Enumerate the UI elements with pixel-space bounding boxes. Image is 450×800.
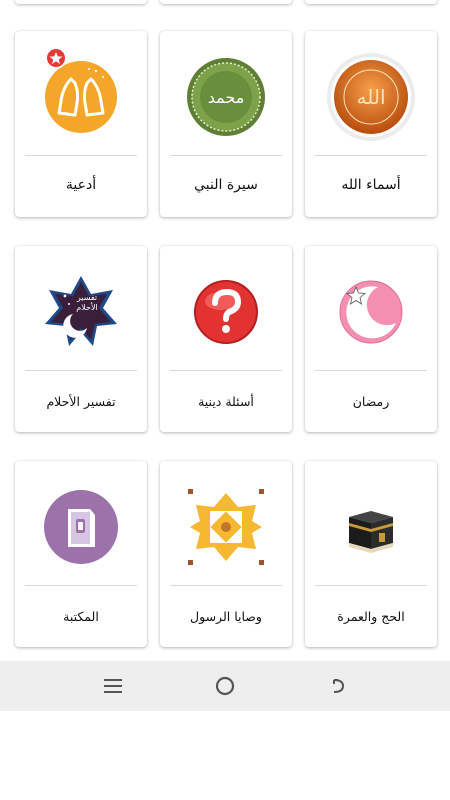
seerah-calligraphy-text: محمد <box>208 88 245 107</box>
card-questions[interactable]: أسئلة دينية <box>160 246 292 432</box>
card-divider <box>315 155 427 156</box>
card-asmaa[interactable]: الله أسماء الله <box>305 31 437 217</box>
card-divider <box>170 585 282 586</box>
card-label: أسئلة دينية <box>198 394 254 409</box>
card-label: الحج والعمرة <box>337 609 405 624</box>
card-divider <box>25 370 137 371</box>
back-icon[interactable] <box>326 674 350 698</box>
card-label: المكتبة <box>63 609 99 624</box>
book-icon <box>15 475 147 579</box>
card-label: وصايا الرسول <box>190 609 262 624</box>
card-label: رمضان <box>352 394 390 409</box>
card-divider <box>315 585 427 586</box>
card-divider <box>25 155 137 156</box>
dreams-line2-text: الأحلام <box>76 302 97 312</box>
dreams-line1-text: تفسير <box>76 293 97 302</box>
card-duaa[interactable]: أدعية <box>15 31 147 217</box>
card-label: تفسير الأحلام <box>46 394 116 409</box>
dream-interpretation-icon: تفسير الأحلام <box>15 260 147 364</box>
system-navigation-bar <box>0 661 450 711</box>
partial-card-right <box>305 0 437 4</box>
card-library[interactable]: المكتبة <box>15 461 147 647</box>
card-divider <box>25 585 137 586</box>
kaaba-icon <box>305 475 437 579</box>
home-circle-icon[interactable] <box>213 674 237 698</box>
hands-praying-icon <box>15 45 147 149</box>
prophet-calligraphy-icon: محمد <box>160 45 292 149</box>
question-mark-icon <box>160 260 292 364</box>
ornament-star-icon <box>160 475 292 579</box>
card-wasaya[interactable]: وصايا الرسول <box>160 461 292 647</box>
card-divider <box>315 370 427 371</box>
badge-icon <box>45 47 67 69</box>
partial-card-left <box>15 0 147 4</box>
card-seerah[interactable]: محمد سيرة النبي <box>160 31 292 217</box>
card-hajj[interactable]: الحج والعمرة <box>305 461 437 647</box>
allah-calligraphy-icon: الله <box>305 45 437 149</box>
card-divider <box>170 155 282 156</box>
card-label: أدعية <box>65 177 97 193</box>
card-label: أسماء الله <box>341 177 401 193</box>
partial-card-middle <box>160 0 292 4</box>
menu-icon[interactable] <box>101 674 125 698</box>
crescent-star-icon <box>305 260 437 364</box>
card-ramadan[interactable]: رمضان <box>305 246 437 432</box>
card-dreams[interactable]: تفسير الأحلام تفسير الأحلام <box>15 246 147 432</box>
card-divider <box>170 370 282 371</box>
asmaa-calligraphy-text: الله <box>357 85 386 109</box>
card-label: سيرة النبي <box>194 177 258 193</box>
